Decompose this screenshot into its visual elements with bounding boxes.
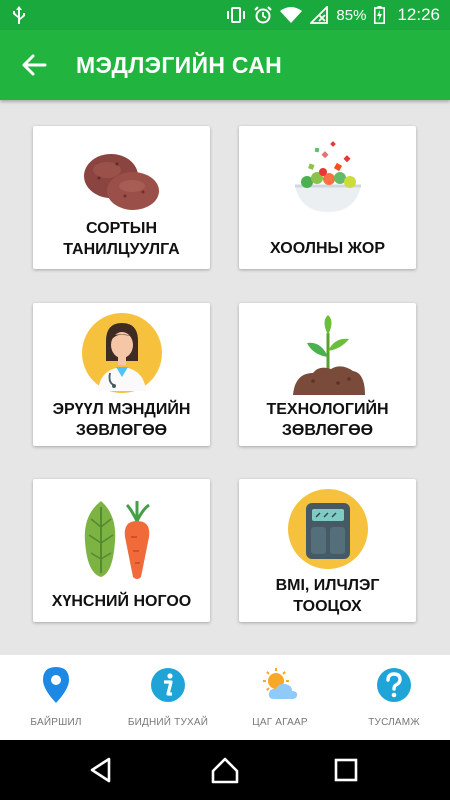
app-bar: МЭДЛЭГИЙН САН [0, 30, 450, 100]
potato-icon [83, 154, 159, 210]
knowledge-grid: СОРТЫН ТАНИЛЦУУЛГА ХООЛНЫ ЖОР ЭРҮҮЛ МЭНД… [0, 100, 450, 655]
card-vegetables[interactable]: ХҮНСНИЙ НОГОО [33, 479, 210, 622]
card-label-line2: ТАНИЛЦУУЛГА [63, 241, 180, 258]
card-label-line1: ХООЛНЫ ЖОР [269, 240, 385, 257]
signal-icon [310, 6, 329, 24]
card-label-line2: ЗӨВЛӨГӨӨ [75, 422, 168, 439]
back-triangle-icon[interactable] [86, 755, 116, 785]
card-label-line1: ХҮНСНИЙ НОГОО [51, 593, 192, 610]
usb-icon [12, 6, 26, 29]
location-pin-icon [43, 667, 69, 703]
card-label-line1: ЭРҮҮЛ МЭНДИЙН [52, 401, 191, 418]
home-icon[interactable] [210, 755, 240, 785]
card-label-line1: СОРТЫН [85, 220, 158, 237]
bottom-navigation: БАЙРШИЛ БИДНИЙ ТУХАЙ ЦАГ АГААР ТУСЛАМЖ [0, 655, 450, 740]
card-label-line2: ЗӨВЛӨГӨӨ [281, 422, 374, 439]
system-navigation-bar [0, 740, 450, 800]
nav-about-us[interactable]: БИДНИЙ ТУХАЙ [112, 655, 224, 740]
recents-square-icon[interactable] [331, 755, 361, 785]
vibrate-icon [226, 7, 246, 23]
card-technology-advice[interactable]: ТЕХНОЛОГИЙН ЗӨВЛӨГӨӨ [239, 303, 416, 446]
card-label-line2: ТООЦОХ [293, 598, 362, 615]
card-recipes[interactable]: ХООЛНЫ ЖОР [239, 126, 416, 269]
help-icon [377, 668, 411, 702]
back-arrow-icon[interactable] [20, 53, 48, 77]
nav-weather[interactable]: ЦАГ АГААР [224, 655, 336, 740]
nav-help-label: ТУСЛАМЖ [368, 717, 420, 728]
doctor-icon [81, 313, 162, 393]
card-bmi-calculator[interactable]: BMI, ИЛЧЛЭГ ТООЦОХ [239, 479, 416, 622]
page-title: МЭДЛЭГИЙН САН [76, 52, 283, 78]
weather-icon [263, 668, 298, 699]
card-label-line1: BMI, ИЛЧЛЭГ [275, 577, 380, 594]
card-variety-intro[interactable]: СОРТЫН ТАНИЛЦУУЛГА [33, 126, 210, 269]
card-label-line1: ТЕХНОЛОГИЙН [266, 401, 389, 418]
alarm-icon [254, 6, 273, 24]
info-icon [151, 668, 185, 702]
status-bar: 85% 12:26 [0, 0, 450, 30]
battery-charging-icon [374, 6, 386, 24]
wifi-icon [280, 7, 303, 23]
scale-icon [287, 489, 368, 569]
card-health-advice[interactable]: ЭРҮҮЛ МЭНДИЙН ЗӨВЛӨГӨӨ [33, 303, 210, 446]
nav-location-label: БАЙРШИЛ [30, 717, 82, 728]
clock: 12:26 [397, 5, 440, 24]
vegetables-icon [84, 501, 150, 579]
salad-bowl-icon [294, 141, 361, 212]
nav-about-us-label: БИДНИЙ ТУХАЙ [127, 717, 209, 728]
nav-weather-label: ЦАГ АГААР [252, 717, 308, 728]
battery-percent: 85% [336, 6, 367, 24]
sprout-icon [292, 315, 365, 395]
nav-help[interactable]: ТУСЛАМЖ [338, 655, 450, 740]
nav-location[interactable]: БАЙРШИЛ [0, 655, 112, 740]
